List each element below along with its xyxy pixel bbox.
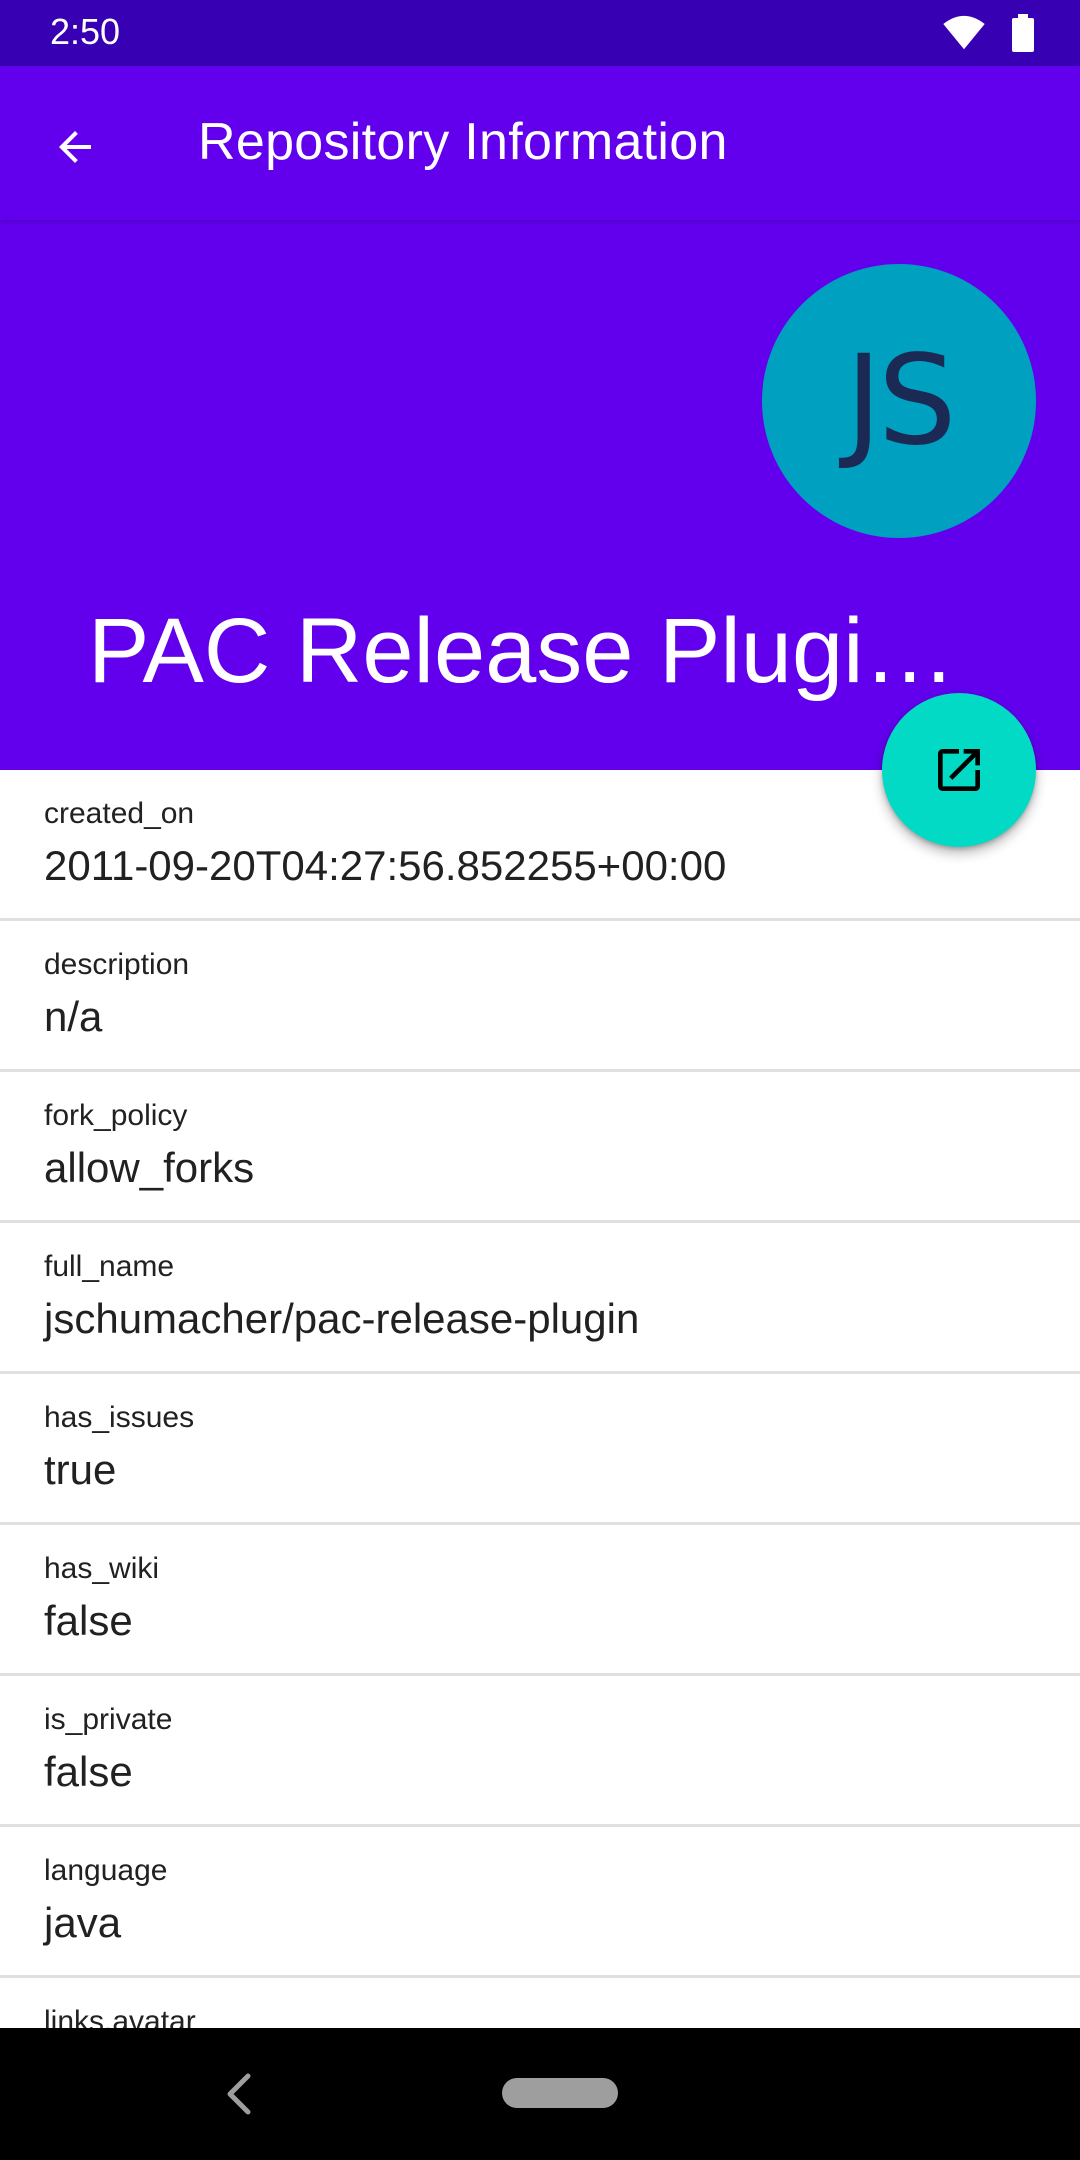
item-label: links.avatar (44, 2005, 196, 2028)
item-value: false (44, 1597, 133, 1644)
nav-home-button[interactable] (502, 2078, 618, 2108)
list-item[interactable]: is_private false (0, 1676, 1080, 1827)
item-label: full_name (44, 1250, 175, 1283)
item-label: has_issues (44, 1401, 195, 1434)
open-in-new-icon (938, 749, 980, 791)
page-title: Repository Information (198, 113, 728, 171)
system-nav-bar (0, 2028, 1080, 2160)
app-bar: Repository Information (0, 66, 1080, 220)
wifi-icon (943, 15, 985, 50)
back-button[interactable] (40, 112, 110, 182)
battery-icon (1012, 14, 1034, 52)
status-bar: 2:50 (0, 0, 1080, 66)
item-value: false (44, 1748, 133, 1795)
item-label: is_private (44, 1703, 173, 1736)
open-in-browser-button[interactable] (882, 693, 1036, 847)
status-icons (942, 14, 1034, 52)
details-list[interactable]: created_on 2011-09-20T04:27:56.852255+00… (0, 770, 1080, 2028)
list-item[interactable]: full_name jschumacher/pac-release-plugin (0, 1223, 1080, 1374)
item-value: jschumacher/pac-release-plugin (44, 1295, 640, 1342)
nav-back-icon[interactable] (220, 2072, 260, 2116)
item-value: 2011-09-20T04:27:56.852255+00:00 (44, 842, 727, 889)
item-value: java (44, 1899, 122, 1946)
list-item[interactable]: description n/a (0, 921, 1080, 1072)
item-value: allow_forks (44, 1144, 255, 1191)
avatar: JS (762, 264, 1036, 538)
list-item[interactable]: fork_policy allow_forks (0, 1072, 1080, 1223)
repo-header: JS PAC Release Plugin… (0, 220, 1080, 770)
list-item[interactable]: language java (0, 1827, 1080, 1978)
item-label: language (44, 1854, 168, 1887)
item-label: fork_policy (44, 1099, 188, 1132)
item-value: true (44, 1446, 117, 1493)
item-label: created_on (44, 797, 195, 830)
arrow-back-icon (59, 131, 91, 163)
list-item[interactable]: has_wiki false (0, 1525, 1080, 1676)
list-item[interactable]: links.avatar (0, 1978, 1080, 2028)
item-value: n/a (44, 993, 103, 1040)
status-time: 2:50 (50, 11, 121, 52)
repo-name: PAC Release Plugin… (88, 600, 988, 702)
item-label: has_wiki (44, 1552, 160, 1585)
list-item[interactable]: has_issues true (0, 1374, 1080, 1525)
item-label: description (44, 948, 190, 981)
